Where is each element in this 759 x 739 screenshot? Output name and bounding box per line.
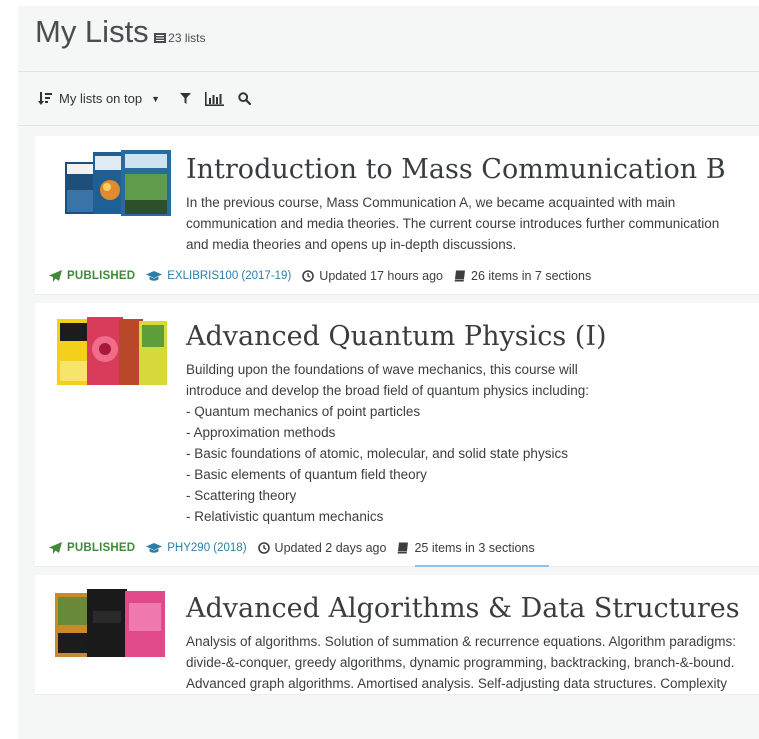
items-info: 26 items in 7 sections: [454, 269, 591, 283]
list-description: In the previous course, Mass Communicati…: [186, 192, 759, 255]
updated-label: Updated 2 days ago: [274, 541, 387, 555]
updated-info: Updated 2 days ago: [257, 541, 387, 555]
toolbar: My lists on top ▼: [18, 72, 759, 126]
list-meta: PUBLISHED PHY290 (2018) Updated 2 days a…: [35, 527, 759, 566]
course-link[interactable]: EXLIBRIS100 (2017-19): [146, 270, 291, 282]
status-badge: PUBLISHED: [49, 270, 135, 282]
description-line: Building upon the foundations of wave me…: [186, 362, 578, 377]
description-line: communication and media theories. The cu…: [186, 216, 720, 231]
analytics-button[interactable]: [205, 91, 225, 106]
list-description: Building upon the foundations of wave me…: [186, 359, 759, 527]
caret-down-icon: ▼: [151, 93, 161, 104]
sort-label: My lists on top: [59, 91, 143, 106]
paper-plane-icon: [49, 542, 62, 554]
course-label: PHY290 (2018): [167, 542, 247, 554]
status-badge: PUBLISHED: [49, 542, 135, 554]
description-line: - Scattering theory: [186, 488, 297, 503]
description-line: - Basic foundations of atomic, molecular…: [186, 446, 568, 461]
card-body: Introduction to Mass Communication B In …: [186, 136, 759, 255]
description-line: divide-&-conquer, greedy algorithms, dyn…: [186, 655, 735, 670]
description-line: Analysis of algorithms. Solution of summ…: [186, 634, 737, 649]
description-line: introduce and develop the broad field of…: [186, 383, 590, 398]
page-title: My Lists: [35, 14, 149, 49]
card-body: Advanced Quantum Physics (I) Building up…: [186, 303, 759, 527]
updated-info: Updated 17 hours ago: [302, 269, 443, 283]
updated-label: Updated 17 hours ago: [319, 269, 444, 283]
graduation-cap-icon: [146, 270, 163, 281]
sort-dropdown[interactable]: My lists on top ▼: [38, 91, 160, 106]
list-description: Analysis of algorithms. Solution of summ…: [186, 631, 759, 694]
description-line: Advanced graph algorithms. Amortised ana…: [186, 676, 728, 691]
list-card[interactable]: Introduction to Mass Communication B In …: [35, 136, 759, 295]
description-line: - Quantum mechanics of point particles: [186, 404, 421, 419]
course-link[interactable]: PHY290 (2018): [146, 542, 247, 554]
book-icon: [398, 542, 409, 554]
description-line: and media theories and opens up in-depth…: [186, 237, 517, 252]
list-card[interactable]: Advanced Quantum Physics (I) Building up…: [35, 303, 759, 567]
status-label: PUBLISHED: [67, 542, 136, 554]
search-button[interactable]: [238, 92, 252, 105]
paper-plane-icon: [49, 270, 62, 282]
list-title[interactable]: Advanced Quantum Physics (I): [186, 317, 759, 357]
sort-icon: [38, 91, 52, 105]
list-cards: Introduction to Mass Communication B In …: [18, 126, 759, 695]
card-body: Advanced Algorithms & Data Structures An…: [186, 575, 759, 694]
description-line: - Approximation methods: [186, 425, 336, 440]
list-title[interactable]: Advanced Algorithms & Data Structures: [186, 589, 759, 629]
items-label: 25 items in 3 sections: [414, 541, 535, 555]
list-card[interactable]: Advanced Algorithms & Data Structures An…: [35, 575, 759, 695]
page-header: My Lists 23 lists: [18, 6, 759, 72]
bar-chart-icon: [205, 91, 225, 106]
list-count-label: 23 lists: [168, 31, 206, 45]
list-icon: [154, 33, 167, 43]
list-count: 23 lists: [154, 31, 206, 45]
list-cover-thumbnail: [55, 589, 165, 657]
description-line: - Basic elements of quantum field theory: [186, 467, 427, 482]
filter-button[interactable]: [180, 93, 192, 104]
filter-icon: [180, 93, 192, 104]
list-meta: PUBLISHED EXLIBRIS100 (2017-19) Updated …: [35, 255, 759, 294]
book-icon: [454, 270, 466, 282]
course-label: EXLIBRIS100 (2017-19): [167, 270, 292, 282]
list-title[interactable]: Introduction to Mass Communication B: [186, 150, 759, 190]
status-label: PUBLISHED: [67, 270, 136, 282]
clock-icon: [257, 542, 270, 554]
search-icon: [238, 92, 252, 105]
list-cover-thumbnail: [57, 317, 167, 385]
clock-icon: [302, 270, 315, 282]
items-info: 25 items in 3 sections: [397, 541, 535, 555]
graduation-cap-icon: [146, 542, 163, 553]
list-cover-thumbnail: [65, 150, 171, 216]
description-line: - Relativistic quantum mechanics: [186, 509, 384, 524]
page-frame: My Lists 23 lists My lists on top ▼ Intr…: [18, 6, 759, 739]
hover-underline: [415, 565, 549, 567]
description-line: In the previous course, Mass Communicati…: [186, 195, 676, 210]
items-label: 26 items in 7 sections: [471, 269, 592, 283]
